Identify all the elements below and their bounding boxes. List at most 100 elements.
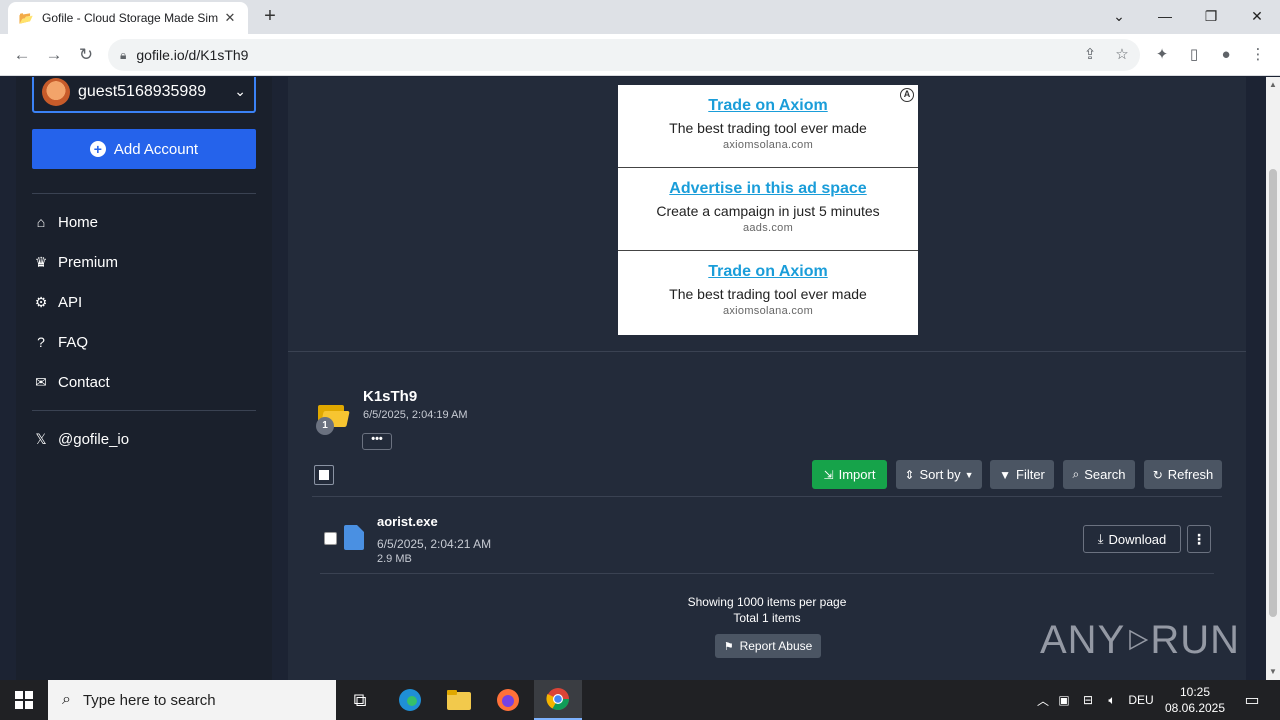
sidebar-item-label: Premium [58,253,119,271]
search-icon: ⌕ [62,691,71,708]
scroll-down-arrow-icon[interactable]: ▼ [1268,667,1278,676]
file-import-icon: ⇲ [823,467,834,482]
taskbar-search-box[interactable]: ⌕ Type here to search [48,680,336,720]
file-icon [344,525,364,550]
minimize-button[interactable]: — [1142,0,1188,34]
search-icon: ⌕ [1072,467,1080,481]
select-all-checkbox[interactable] [314,465,334,485]
windows-logo-icon [15,691,33,709]
tray-overflow-chevron-icon[interactable]: ︿ [1034,692,1052,709]
folder-title: K1sTh9 [363,388,418,405]
list-divider [312,496,1222,497]
ad-title[interactable]: Trade on Axiom [618,97,918,115]
add-account-button[interactable]: + Add Account [32,129,256,169]
browser-tab[interactable]: 📂 Gofile - Cloud Storage Made Sim ✕ [8,2,248,34]
clock-time: 10:25 [1179,685,1211,699]
file-more-options-button[interactable]: ⋮ [1187,525,1211,553]
sidebar-item-social[interactable]: 𝕏 @gofile_io [32,427,129,451]
sidebar: guest5168935989 ⌄ + Add Account ⌂ Home ♛… [16,77,272,680]
social-handle: @gofile_io [58,430,130,448]
share-icon[interactable]: ⇪ [1078,43,1102,67]
close-window-button[interactable]: ✕ [1234,0,1280,34]
sidebar-item-api[interactable]: ⚙ API [32,290,82,314]
url-text: gofile.io/d/K1sTh9 [136,47,249,63]
page-scrollbar[interactable]: ▲ ▼ [1266,77,1280,680]
sidebar-item-label: Home [58,213,99,231]
taskbar-search-placeholder: Type here to search [82,691,216,709]
profile-icon[interactable]: ● [1214,43,1238,67]
sidebar-item-faq[interactable]: ? FAQ [32,330,88,354]
sort-label: Sort by [919,467,961,482]
folder-date: 6/5/2025, 2:04:19 AM [363,409,468,421]
tab-search-chevron-icon[interactable]: ⌄ [1096,0,1142,34]
import-label: Import [838,467,876,482]
account-name: guest5168935989 [78,83,207,100]
new-tab-button[interactable]: + [258,5,282,29]
forward-arrow-icon[interactable]: → [42,43,66,67]
download-label: Download [1108,531,1167,547]
filter-funnel-icon: ▼ [999,467,1011,482]
close-tab-icon[interactable]: ✕ [222,10,238,26]
sidebar-item-home[interactable]: ⌂ Home [32,210,98,234]
chrome-icon[interactable] [534,680,582,720]
sort-by-button[interactable]: ⇕ Sort by ▼ [896,460,982,489]
bookmark-star-icon[interactable]: ☆ [1110,43,1134,67]
language-indicator[interactable]: DEU [1124,693,1158,707]
restore-button[interactable]: ❐ [1188,0,1234,34]
ad-title[interactable]: Advertise in this ad space [618,180,918,198]
account-selector[interactable]: guest5168935989 ⌄ [32,77,256,113]
sidebar-item-premium[interactable]: ♛ Premium [32,250,118,274]
extensions-puzzle-icon[interactable]: ✦ [1150,43,1174,67]
ad-item[interactable]: Trade on Axiom The best trading tool eve… [618,251,918,334]
edge-browser-icon[interactable] [386,680,434,720]
back-arrow-icon[interactable]: ← [10,43,34,67]
ad-domain: axiomsolana.com [722,305,814,317]
start-button[interactable] [0,680,48,720]
report-abuse-button[interactable]: ⚑ Report Abuse [715,634,821,658]
task-view-icon[interactable]: ⧉ [336,680,384,720]
refresh-label: Refresh [1167,467,1214,482]
ad-choices-icon[interactable]: A [900,88,914,102]
sidebar-item-contact[interactable]: ✉ Contact [32,370,110,394]
flag-icon: ⚑ [723,640,734,653]
cogs-icon: ⚙ [34,293,48,310]
taskbar-clock[interactable]: 10:25 08.06.2025 [1160,684,1230,716]
import-button[interactable]: ⇲ Import [812,460,887,489]
notification-icon[interactable]: ▭ [1232,680,1272,720]
scrollbar-thumb[interactable] [1269,169,1277,617]
system-tray: ︿ ▣ ⊟ 🔈︎ DEU [1034,680,1158,720]
file-name-link[interactable]: aorist.exe [377,514,438,529]
tab-title: Gofile - Cloud Storage Made Sim [42,11,219,25]
ad-item[interactable]: Trade on Axiom The best trading tool eve… [618,85,918,168]
caret-down-icon: ▼ [964,469,974,480]
ad-description: The best trading tool ever made [669,286,867,302]
sidebar-divider [32,410,256,411]
firefox-icon[interactable] [484,680,532,720]
envelope-icon: ✉ [35,373,47,390]
download-button[interactable]: ⤓ Download [1083,525,1181,553]
search-button[interactable]: ⌕ Search [1063,460,1135,489]
add-account-label: Add Account [113,140,199,158]
reload-icon[interactable]: ↻ [74,43,98,67]
folder-options-button[interactable]: ••• [362,433,392,450]
ad-title[interactable]: Trade on Axiom [618,263,918,281]
filter-button[interactable]: ▼ Filter [990,460,1054,489]
sidebar-item-label: FAQ [58,333,89,351]
avatar [42,78,70,106]
menu-kebab-icon[interactable]: ⋮ [1246,43,1270,67]
file-row-checkbox[interactable] [324,532,337,545]
sidebar-item-label: API [58,293,83,311]
file-explorer-icon[interactable] [435,680,483,720]
home-icon: ⌂ [36,214,46,230]
refresh-button[interactable]: ↻ Refresh [1144,460,1222,489]
scroll-up-arrow-icon[interactable]: ▲ [1268,80,1278,89]
side-panel-icon[interactable]: ▯ [1182,43,1206,67]
volume-icon[interactable]: 🔈︎ [1100,693,1124,708]
network-icon[interactable]: ⊟ [1076,693,1100,707]
browser-toolbar: ← → ↻ 🔒︎ gofile.io/d/K1sTh9 ⇪ ☆ ✦ ▯ ● ⋮ [0,34,1280,76]
address-bar[interactable]: 🔒︎ gofile.io/d/K1sTh9 [108,39,1140,71]
device-icon[interactable]: ▣ [1052,693,1076,707]
anyrun-watermark: ANY RUN [1040,610,1240,670]
sort-icon: ⇕ [904,467,915,482]
ad-item[interactable]: Advertise in this ad space Create a camp… [618,168,918,251]
